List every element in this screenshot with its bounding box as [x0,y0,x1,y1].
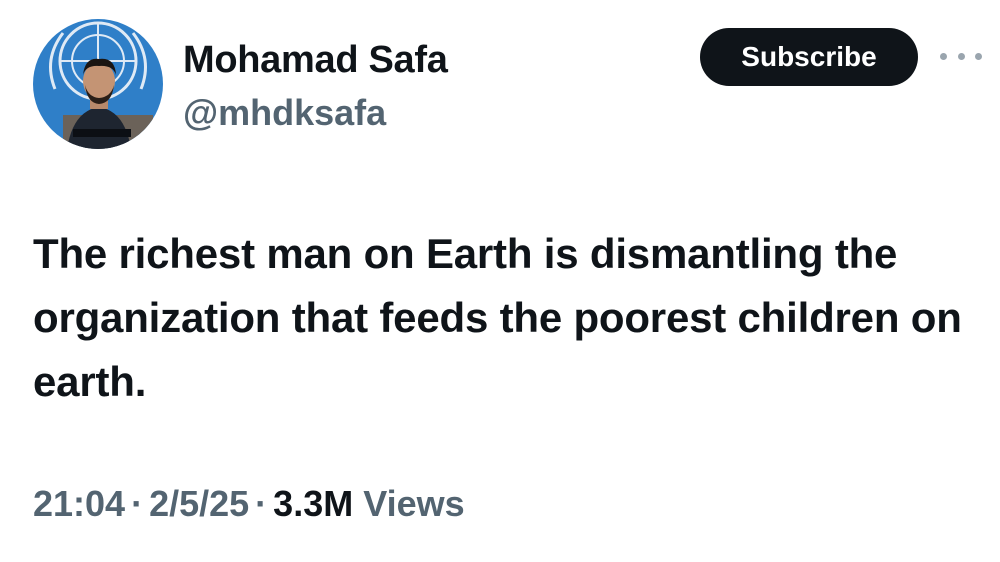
tweet-date[interactable]: 2/5/25 [149,483,249,524]
views-count: 3.3M [273,483,354,524]
more-options-icon[interactable] [940,47,982,65]
meta-separator: · [255,483,268,524]
author-name[interactable]: Mohamad Safa [183,38,448,82]
meta-separator: · [131,483,144,524]
subscribe-button[interactable]: Subscribe [700,28,918,86]
tweet-card: Mohamad Safa @mhdksafa Subscribe The ric… [0,0,1000,562]
tweet-time[interactable]: 21:04 [33,483,125,524]
more-dot [940,52,947,60]
author-handle[interactable]: @mhdksafa [183,92,386,134]
more-dot [957,52,965,60]
avatar[interactable] [33,19,163,149]
more-dot [975,52,982,60]
avatar-image [33,19,163,149]
views-label: Views [363,483,465,524]
tweet-text: The richest man on Earth is dismantling … [33,230,962,405]
tweet-meta: 21:04 · 2/5/25 · 3.3M Views [33,482,465,526]
